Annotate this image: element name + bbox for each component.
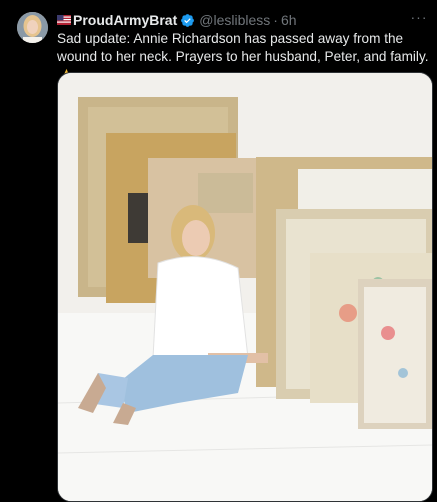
separator-dot: · [273, 12, 278, 28]
post-header: ProudArmyBrat @leslibless · 6h [57, 11, 427, 29]
post-timestamp[interactable]: 6h [281, 12, 297, 28]
us-flag-icon [57, 15, 71, 25]
post-image[interactable] [57, 72, 433, 502]
display-name[interactable]: ProudArmyBrat [73, 12, 177, 28]
verified-badge-icon [181, 13, 195, 27]
user-handle[interactable]: @leslibless [199, 12, 270, 28]
post-avatar[interactable] [17, 12, 48, 43]
more-options-button[interactable]: ··· [409, 9, 429, 25]
post-text-content: Sad update: Annie Richardson has passed … [57, 31, 429, 64]
